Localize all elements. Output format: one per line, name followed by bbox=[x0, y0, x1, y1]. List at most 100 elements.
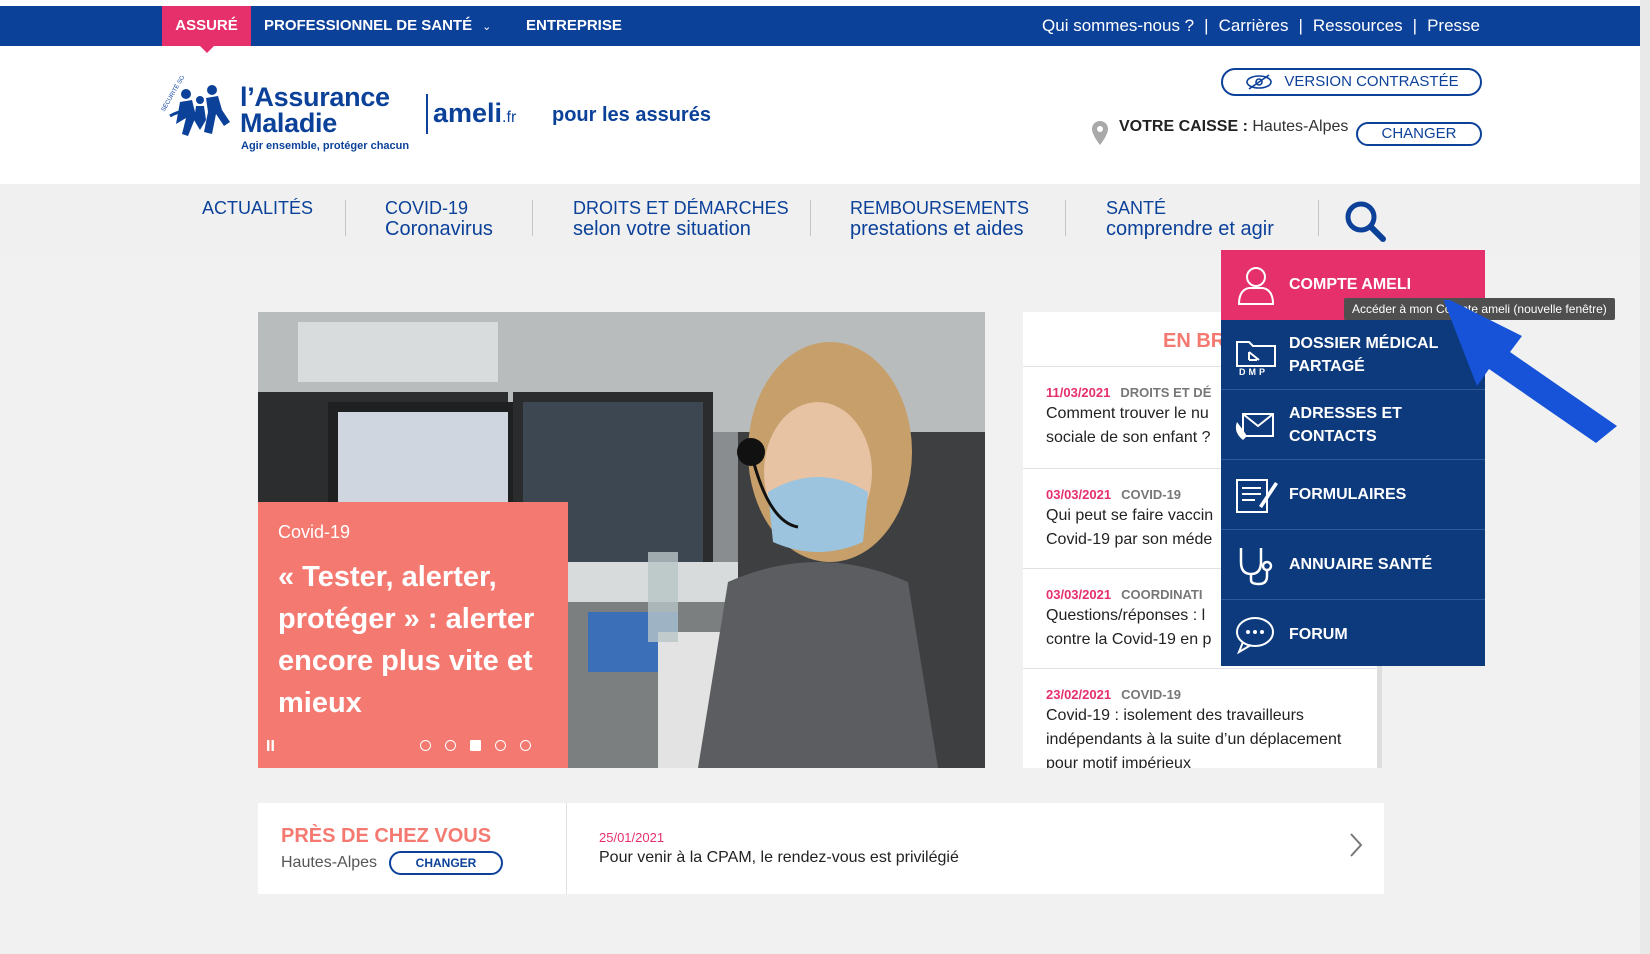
news-meta: 23/02/2021 COVID-19 bbox=[1046, 687, 1377, 702]
link-ressources[interactable]: Ressources bbox=[1313, 6, 1403, 46]
scrollbar-track[interactable] bbox=[1640, 0, 1650, 954]
chevron-down-icon: ⌄ bbox=[482, 21, 492, 33]
nav-sante[interactable]: SANTÉ comprendre et agir bbox=[1106, 198, 1274, 240]
stethoscope-icon bbox=[1239, 548, 1273, 586]
menu-compte-ameli-label: COMPTE AMELI bbox=[1289, 276, 1412, 293]
changer-caisse-button[interactable]: CHANGER bbox=[1356, 122, 1482, 146]
carousel-dot-active[interactable] bbox=[470, 740, 481, 751]
nav-remboursements-title: REMBOURSEMENTS bbox=[850, 198, 1030, 218]
menu-adresses-contacts-label: ADRESSES ET CONTACTS bbox=[1289, 405, 1402, 445]
tab-entreprise-label: ENTREPRISE bbox=[526, 17, 622, 34]
logo-name-line2: Maladie bbox=[240, 108, 337, 138]
chat-icon bbox=[1236, 617, 1274, 655]
nav-remboursements[interactable]: REMBOURSEMENTS prestations et aides bbox=[850, 198, 1029, 240]
logo-name-line1: l’Assurance bbox=[240, 82, 390, 112]
version-contrastee-label: VERSION CONTRASTÉE bbox=[1284, 73, 1459, 90]
hero-caption[interactable]: Covid-19 « Tester, alerter, protéger » :… bbox=[258, 502, 568, 768]
pres-left: PRÈS DE CHEZ VOUS Hautes-Alpes CHANGER bbox=[258, 803, 567, 894]
link-carrieres[interactable]: Carrières bbox=[1219, 6, 1289, 46]
logo-name: l’Assurance Maladie bbox=[240, 82, 390, 138]
audience-label: pour les assurés bbox=[552, 104, 711, 126]
pres-date: 25/01/2021 bbox=[599, 830, 665, 845]
ameli-brand-name: ameli bbox=[433, 98, 503, 128]
link-separator: | bbox=[1298, 16, 1303, 35]
link-presse[interactable]: Presse bbox=[1427, 6, 1480, 46]
news-category: COORDINATI bbox=[1121, 587, 1203, 602]
link-separator: | bbox=[1412, 16, 1418, 35]
nav-divider bbox=[345, 200, 346, 236]
nav-divider bbox=[810, 200, 811, 236]
logo-figures-icon: SÉCURITÉ SOCIALE bbox=[160, 76, 230, 136]
link-separator: | bbox=[1204, 16, 1209, 35]
nav-droits-demarches[interactable]: DROITS ET DÉMARCHES selon votre situation bbox=[573, 198, 789, 240]
news-text[interactable]: Questions/réponses : l contre la Covid-1… bbox=[1046, 604, 1226, 652]
menu-annuaire-sante[interactable]: ANNUAIRE SANTÉ bbox=[1221, 530, 1485, 600]
menu-formulaires-label: FORMULAIRES bbox=[1289, 486, 1407, 503]
carousel-dot[interactable] bbox=[520, 740, 531, 751]
pres-location: Hautes-Alpes bbox=[281, 854, 378, 871]
eye-slash-icon bbox=[1246, 74, 1273, 90]
version-contrastee-button[interactable]: VERSION CONTRASTÉE bbox=[1221, 68, 1482, 96]
nav-covid[interactable]: COVID-19 Coronavirus bbox=[385, 198, 493, 240]
ameli-brand[interactable]: ameli.fr bbox=[433, 98, 516, 129]
carousel-dots bbox=[420, 738, 545, 756]
pres-changer-button[interactable]: CHANGER bbox=[389, 851, 503, 875]
nav-remboursements-subtitle: prestations et aides bbox=[850, 218, 1024, 240]
nav-sante-title: SANTÉ bbox=[1106, 198, 1167, 218]
main-nav: ACTUALITÉS COVID-19 Coronavirus DROITS ET… bbox=[0, 184, 1640, 254]
news-item[interactable]: 23/02/2021 COVID-19 Covid-19 : isolement … bbox=[1023, 668, 1377, 768]
carousel-dot[interactable] bbox=[495, 740, 506, 751]
carousel-dot[interactable] bbox=[445, 740, 456, 751]
hero-title[interactable]: « Tester, alerter, protéger » : alerter … bbox=[278, 556, 558, 724]
news-date: 23/02/2021 bbox=[1046, 687, 1112, 702]
news-category: DROITS ET DÉ bbox=[1120, 385, 1212, 400]
nav-droits-subtitle: selon votre situation bbox=[573, 218, 751, 240]
nav-divider bbox=[1318, 200, 1319, 236]
top-bar: ASSURÉ PROFESSIONNEL DE SANTÉ ⌄ ENTREPRIS… bbox=[0, 6, 1650, 53]
search-icon[interactable] bbox=[1344, 200, 1386, 242]
nav-actualites[interactable]: ACTUALITÉS bbox=[202, 198, 313, 219]
phone-mail-icon bbox=[1235, 413, 1274, 440]
dmp-icon-text: DMP bbox=[1239, 367, 1268, 376]
form-icon bbox=[1236, 479, 1278, 513]
location-pin-icon bbox=[1092, 121, 1108, 145]
news-text[interactable]: Qui peut se faire vaccin Covid-19 par so… bbox=[1046, 504, 1226, 552]
news-text[interactable]: Comment trouver le nu sociale de son enf… bbox=[1046, 402, 1226, 450]
menu-forum[interactable]: FORUM bbox=[1221, 600, 1485, 670]
pres-changer-label: CHANGER bbox=[415, 856, 477, 870]
news-text[interactable]: Covid-19 : isolement des travailleurs in… bbox=[1046, 704, 1346, 768]
nav-actualites-title: ACTUALITÉS bbox=[202, 198, 314, 218]
caisse-value: Hautes-Alpes bbox=[1252, 118, 1349, 135]
pause-icon[interactable]: II bbox=[266, 738, 275, 756]
nav-divider bbox=[1065, 200, 1066, 236]
caisse-info: VOTRE CAISSE : Hautes-Alpes bbox=[1119, 118, 1348, 136]
en-bref-title: EN BR bbox=[1163, 330, 1226, 352]
chevron-right-icon[interactable] bbox=[1348, 831, 1364, 859]
tab-assure[interactable]: ASSURÉ bbox=[162, 6, 251, 53]
news-date: 11/03/2021 bbox=[1046, 385, 1111, 400]
ameli-brand-suffix: .fr bbox=[502, 109, 517, 126]
tab-professionnel-sante[interactable]: PROFESSIONNEL DE SANTÉ ⌄ bbox=[264, 6, 491, 46]
nav-covid-title: COVID-19 bbox=[385, 198, 469, 218]
link-qui-sommes-nous[interactable]: Qui sommes-nous ? bbox=[1042, 6, 1194, 46]
annotation-arrow-icon bbox=[1443, 300, 1617, 443]
tab-entreprise[interactable]: ENTREPRISE bbox=[526, 6, 622, 46]
pres-news-link[interactable]: Pour venir à la CPAM, le rendez-vous est… bbox=[599, 849, 959, 867]
nav-sante-subtitle: comprendre et agir bbox=[1106, 218, 1274, 240]
dmp-folder-icon: DMP bbox=[1236, 341, 1276, 376]
hero-tag: Covid-19 bbox=[278, 522, 351, 542]
assurance-maladie-logo[interactable]: SÉCURITÉ SOCIALE l’Assurance Maladie Agi… bbox=[160, 74, 415, 156]
menu-forum-label: FORUM bbox=[1289, 626, 1348, 643]
nav-droits-title: DROITS ET DÉMARCHES bbox=[573, 198, 789, 218]
logo-divider bbox=[426, 94, 428, 134]
carousel-dot[interactable] bbox=[420, 740, 431, 751]
logo-tagline: Agir ensemble, protéger chacun bbox=[241, 140, 410, 152]
menu-formulaires[interactable]: FORMULAIRES bbox=[1221, 460, 1485, 530]
news-category: COVID-19 bbox=[1121, 487, 1182, 502]
tab-assure-label: ASSURÉ bbox=[175, 17, 238, 34]
news-category: COVID-19 bbox=[1121, 687, 1182, 702]
pres-de-chez-vous: PRÈS DE CHEZ VOUS Hautes-Alpes CHANGER 2… bbox=[258, 803, 1384, 894]
nav-divider bbox=[532, 200, 533, 236]
tab-pro-label: PROFESSIONNEL DE SANTÉ bbox=[264, 17, 473, 34]
caisse-label: VOTRE CAISSE : bbox=[1119, 118, 1248, 135]
